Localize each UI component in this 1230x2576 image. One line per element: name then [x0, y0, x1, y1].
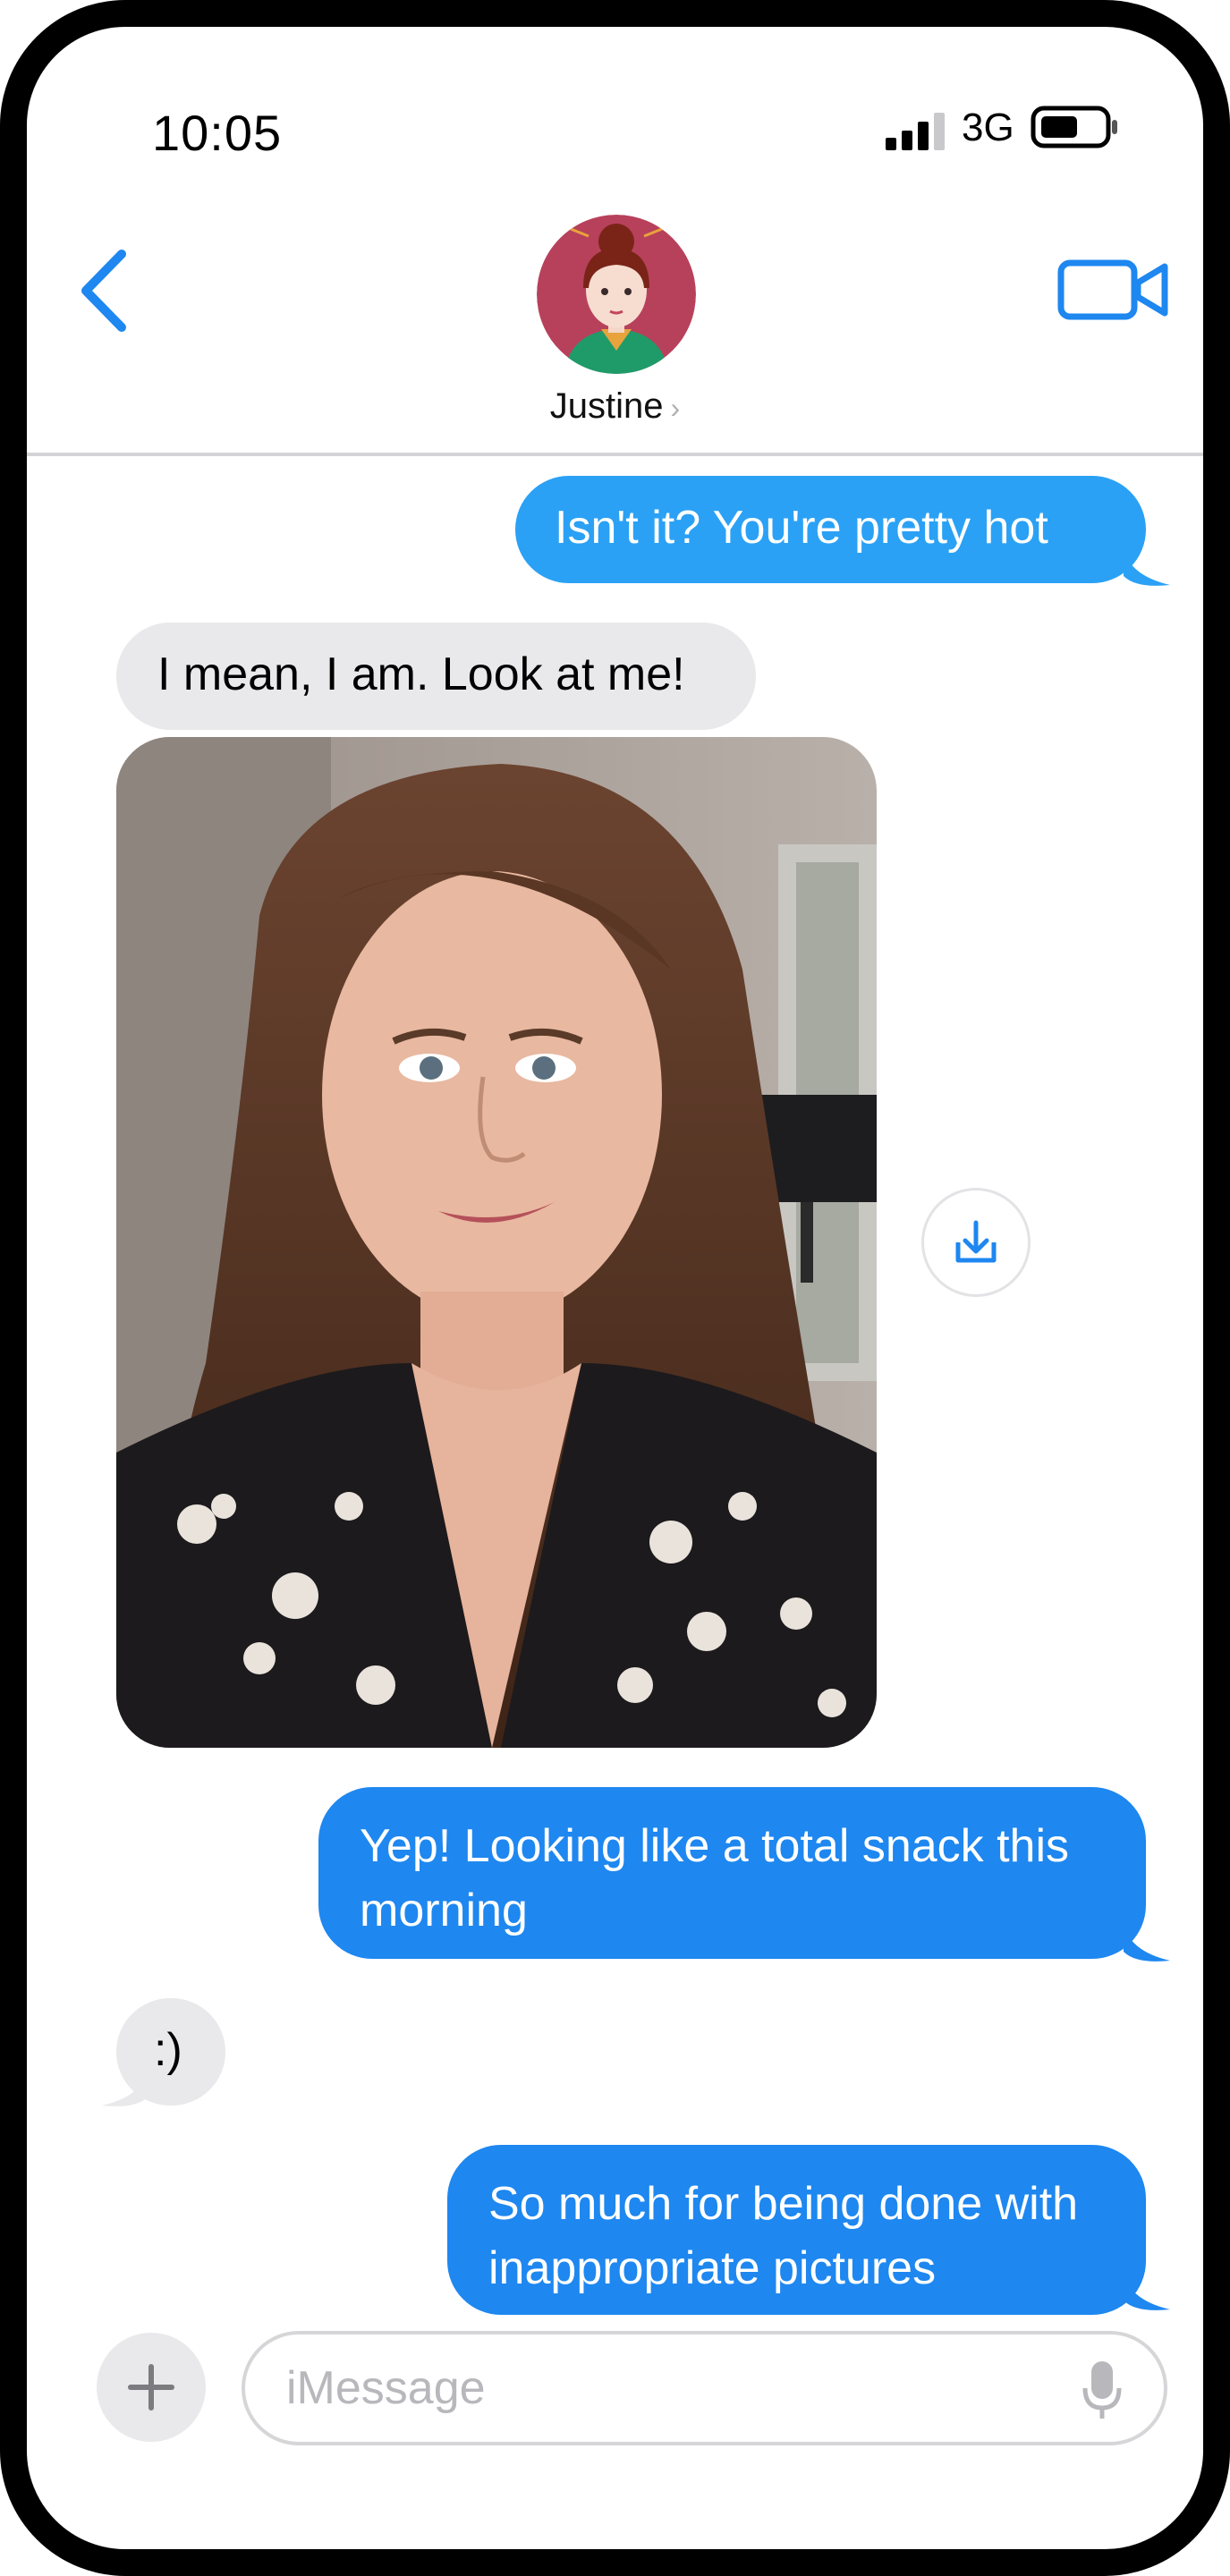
message-text-line: morning	[360, 1885, 528, 1936]
back-chevron-icon[interactable]	[63, 242, 143, 340]
bubble-tail	[102, 2070, 148, 2106]
plus-icon	[128, 2364, 174, 2411]
network-type: 3G	[962, 106, 1014, 149]
message-thread: Isn't it? You're pretty hot I mean, I am…	[27, 453, 1203, 2315]
contact-name-button[interactable]: Justine ›	[27, 386, 1203, 427]
message-text: I mean, I am. Look at me!	[157, 648, 685, 700]
message-bubble-outgoing[interactable]: So much for being done with inappropriat…	[447, 2145, 1146, 2315]
message-text-line: inappropriate pictures	[488, 2242, 937, 2294]
imessage-input[interactable]	[242, 2331, 1167, 2445]
bubble-tail	[1124, 2274, 1170, 2310]
contact-avatar[interactable]	[537, 215, 696, 374]
conversation-header: Justine ›	[27, 188, 1203, 456]
signal-strength-icon	[886, 113, 945, 150]
add-attachment-button[interactable]	[97, 2333, 206, 2442]
battery-icon	[1031, 106, 1117, 148]
message-bubble-outgoing[interactable]: Isn't it? You're pretty hot	[515, 476, 1146, 583]
status-bar: 10:05 3G	[27, 27, 1203, 188]
microphone-icon[interactable]	[1082, 2360, 1122, 2422]
save-photo-button[interactable]	[921, 1188, 1031, 1297]
video-camera-icon[interactable]	[1056, 249, 1172, 329]
message-bubble-outgoing[interactable]: Yep! Looking like a total snack this mor…	[318, 1787, 1146, 1959]
bubble-tail	[1124, 1925, 1170, 1962]
chevron-right-icon: ›	[670, 392, 681, 424]
contact-name: Justine	[549, 386, 664, 426]
message-text: Isn't it? You're pretty hot	[555, 502, 1048, 554]
message-composer	[27, 2317, 1203, 2460]
photo-attachment[interactable]	[116, 737, 877, 1748]
selfie-photo	[116, 737, 877, 1748]
status-time: 10:05	[152, 105, 283, 161]
avatar-illustration	[537, 215, 696, 374]
download-icon	[955, 1220, 997, 1263]
message-text-line: So much for being done with	[488, 2178, 1079, 2230]
phone-frame: 10:05 3G Justine › Isn't it? You're pret…	[0, 0, 1230, 2576]
bubble-tail	[1124, 549, 1170, 586]
message-bubble-incoming[interactable]: I mean, I am. Look at me!	[116, 623, 756, 730]
message-text: :)	[154, 2024, 182, 2076]
message-text-line: Yep! Looking like a total snack this	[360, 1820, 1070, 1872]
